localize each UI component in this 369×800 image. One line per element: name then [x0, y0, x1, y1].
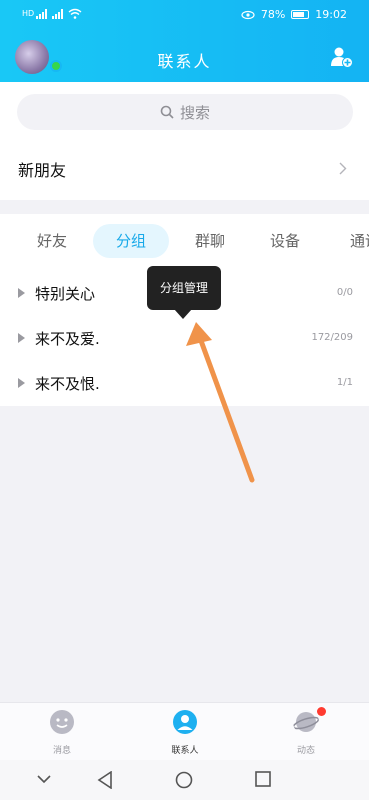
battery-icon [291, 10, 310, 19]
nav-contacts[interactable]: 联系人 [155, 709, 215, 756]
group-count: 1/1 [336, 377, 353, 388]
chat-bubble-icon [50, 710, 74, 734]
signal-icon [36, 8, 50, 19]
system-nav-bar [0, 760, 369, 800]
status-bar: HD 78% 19:02 [0, 8, 369, 26]
group-name: 来不及爱. [35, 330, 100, 348]
person-icon [173, 710, 197, 734]
tab-devices[interactable]: 设备 [255, 224, 315, 258]
tab-bar: 好友 分组 群聊 设备 通讯 [0, 224, 369, 260]
search-input[interactable]: 搜索 [17, 94, 353, 130]
tab-groups[interactable]: 分组 [93, 224, 169, 258]
group-name: 特别关心 [35, 285, 96, 303]
hd-label: HD [22, 9, 35, 18]
status-time: 19:02 [315, 8, 347, 21]
add-contact-icon[interactable] [331, 46, 353, 68]
tab-group-chats[interactable]: 群聊 [180, 224, 240, 258]
recents-icon[interactable] [255, 771, 271, 787]
header: HD 78% 19:02 联系人 [0, 0, 369, 82]
nav-label: 消息 [52, 746, 71, 756]
group-row-too-late-hate[interactable]: 来不及恨. 1/1 [0, 364, 369, 404]
nav-label: 联系人 [171, 746, 199, 756]
group-count: 172/209 [311, 332, 353, 343]
search-icon [160, 105, 174, 119]
tab-friends[interactable]: 好友 [22, 224, 82, 258]
group-name: 来不及恨. [35, 375, 100, 393]
wifi-icon [68, 8, 82, 19]
top-panel: 搜索 新朋友 [0, 82, 369, 200]
chevron-right-icon [339, 162, 347, 175]
battery-percent: 78% [260, 8, 286, 21]
nav-label: 动态 [296, 746, 315, 756]
group-row-too-late-love[interactable]: 来不及爱. 172/209 [0, 319, 369, 359]
planet-icon [292, 712, 320, 732]
eye-icon [241, 10, 255, 19]
tab-contacts[interactable]: 通讯 [335, 224, 369, 258]
new-friends-row[interactable]: 新朋友 [0, 144, 369, 194]
group-count: 0/0 [336, 287, 353, 298]
expand-triangle-icon [18, 333, 25, 343]
expand-triangle-icon [18, 288, 25, 298]
expand-triangle-icon [18, 378, 25, 388]
notification-badge [317, 707, 326, 716]
page-title: 联系人 [157, 52, 212, 71]
tooltip-tail [174, 309, 192, 319]
home-icon[interactable] [175, 771, 193, 789]
new-friends-label: 新朋友 [18, 161, 67, 180]
chevron-down-icon[interactable] [37, 775, 51, 784]
nav-moments[interactable]: 动态 [276, 707, 336, 756]
search-placeholder: 搜索 [179, 103, 210, 122]
group-management-tooltip[interactable]: 分组管理 [147, 266, 221, 310]
nav-messages[interactable]: 消息 [32, 709, 92, 756]
signal-icon-2 [52, 8, 66, 19]
back-icon[interactable] [97, 771, 113, 789]
bottom-nav: 消息 联系人 动态 [0, 702, 369, 760]
